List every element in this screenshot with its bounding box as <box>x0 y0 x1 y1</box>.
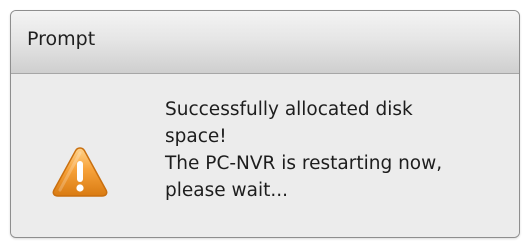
message-line: Successfully allocated disk <box>165 99 413 120</box>
message-line: space! <box>165 126 227 147</box>
warning-icon <box>52 147 108 197</box>
dialog-content: Successfully allocated disk space! The P… <box>11 74 519 237</box>
dialog-title-bar[interactable]: Prompt <box>11 11 519 74</box>
screen: Prompt Successfully allocated disk space… <box>0 0 524 244</box>
dialog-message: Successfully allocated disk space! The P… <box>165 96 505 204</box>
message-line: The PC-NVR is restarting now, <box>165 153 443 174</box>
prompt-dialog: Prompt Successfully allocated disk space… <box>10 10 520 238</box>
message-line: please wait... <box>165 180 289 201</box>
dialog-title: Prompt <box>27 28 96 50</box>
